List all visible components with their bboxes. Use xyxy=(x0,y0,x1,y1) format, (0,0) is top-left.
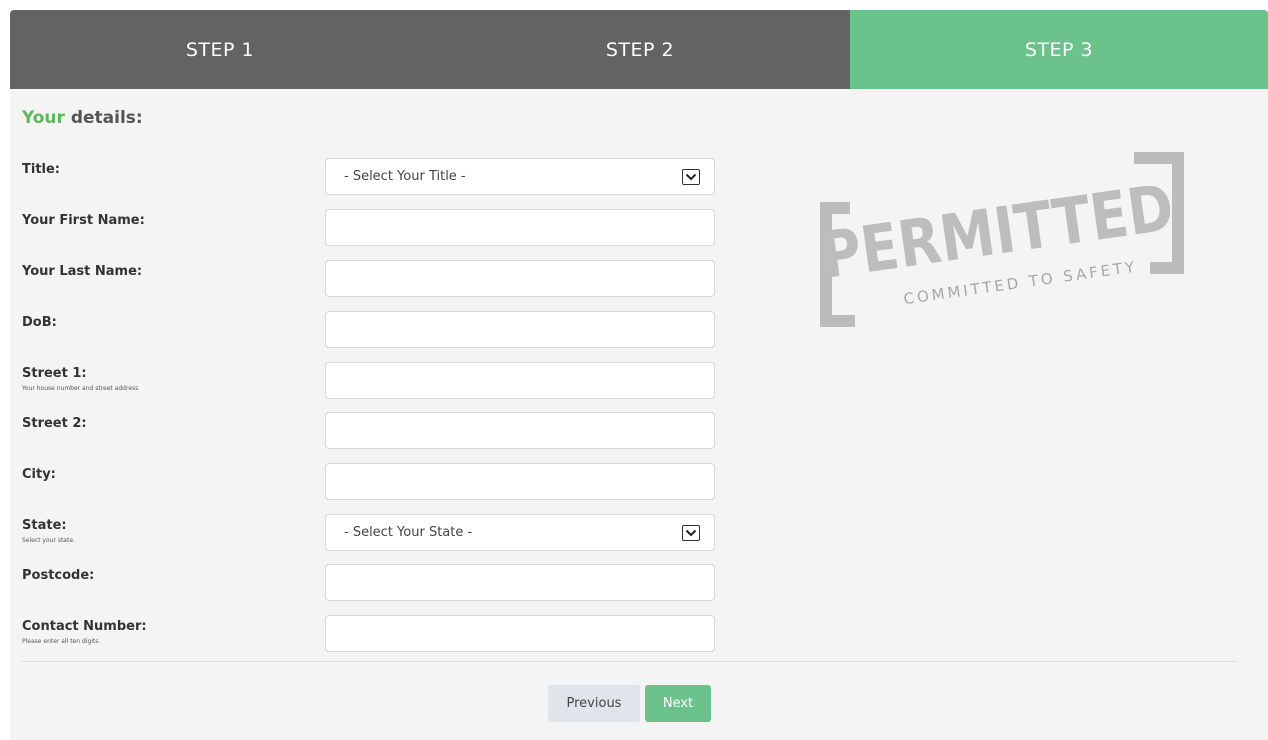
contact-hint: Please enter all ten digits. xyxy=(22,638,101,645)
title-select-value: - Select Your Title - xyxy=(344,169,466,184)
step-tabs: STEP 1 STEP 2 STEP 3 xyxy=(10,10,1268,89)
state-hint: Select your state. xyxy=(22,537,75,544)
state-select-value: - Select Your State - xyxy=(344,525,473,540)
state-select[interactable]: - Select Your State - xyxy=(325,514,715,551)
tab-step-3[interactable]: STEP 3 xyxy=(850,10,1268,89)
contact-label: Contact Number: xyxy=(22,619,147,634)
page-title-rest: details: xyxy=(64,108,143,128)
street2-label: Street 2: xyxy=(22,416,87,431)
last-name-label: Your Last Name: xyxy=(22,264,143,279)
city-label: City: xyxy=(22,467,56,482)
first-name-label: Your First Name: xyxy=(22,213,145,228)
chevron-down-icon xyxy=(682,524,700,541)
dob-input[interactable] xyxy=(325,311,715,348)
next-button[interactable]: Next xyxy=(645,685,711,722)
tab-step-1[interactable]: STEP 1 xyxy=(10,10,430,89)
title-label: Title: xyxy=(22,162,61,177)
divider xyxy=(22,661,1237,662)
chevron-down-icon xyxy=(682,168,700,185)
previous-button[interactable]: Previous xyxy=(548,685,640,722)
dob-label: DoB: xyxy=(22,315,57,330)
street1-input[interactable] xyxy=(325,362,715,399)
tab-step-2[interactable]: STEP 2 xyxy=(430,10,850,89)
postcode-label: Postcode: xyxy=(22,568,95,583)
page-title-accent: Your xyxy=(22,108,65,128)
contact-input[interactable] xyxy=(325,615,715,652)
first-name-input[interactable] xyxy=(325,209,715,246)
permitted-logo: PERMITTED COMMITTED TO SAFETY xyxy=(812,138,1212,342)
state-label: State: xyxy=(22,518,67,533)
street2-input[interactable] xyxy=(325,412,715,449)
city-input[interactable] xyxy=(325,463,715,500)
title-select[interactable]: - Select Your Title - xyxy=(325,158,715,195)
postcode-input[interactable] xyxy=(325,564,715,601)
street1-label: Street 1: xyxy=(22,366,87,381)
page-title: Your details: xyxy=(22,108,143,128)
street1-hint: Your house number and street address xyxy=(22,385,139,392)
last-name-input[interactable] xyxy=(325,260,715,297)
